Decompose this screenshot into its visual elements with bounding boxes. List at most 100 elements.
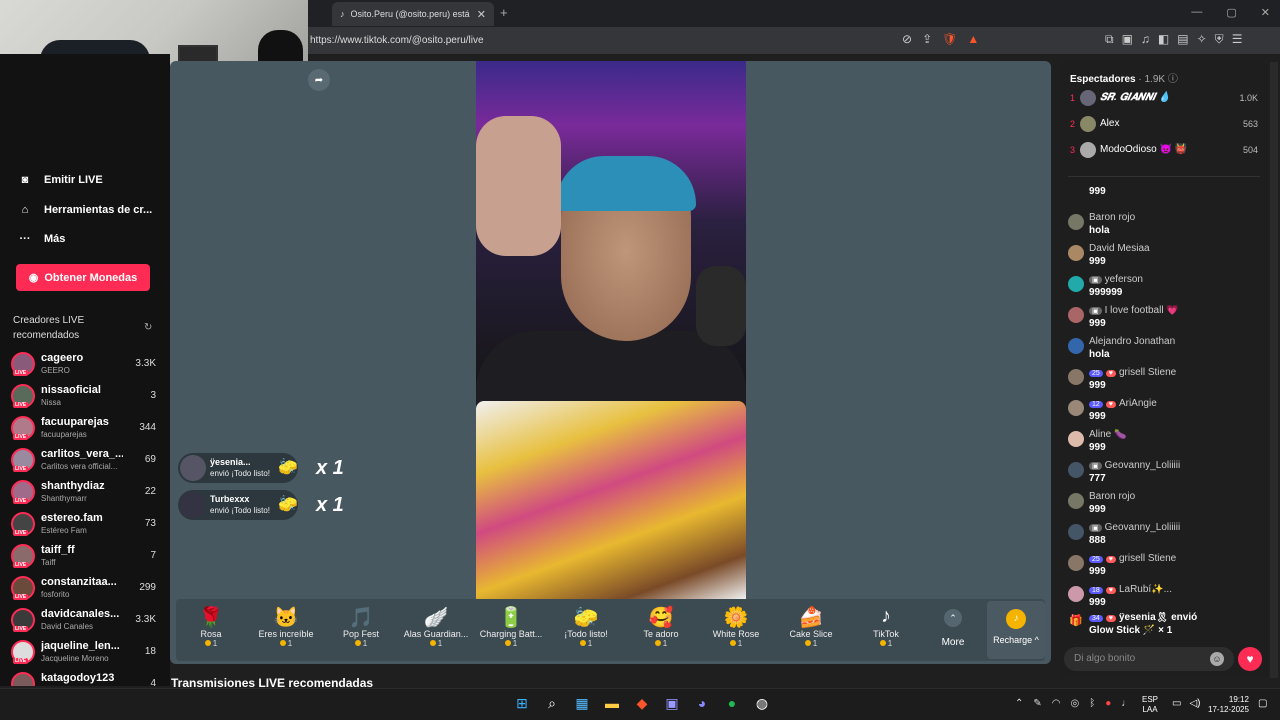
obs-icon[interactable]: ◍ <box>752 695 772 712</box>
like-heart-button[interactable]: ♥ <box>1238 647 1262 671</box>
reader-off-icon[interactable]: ⊘ <box>902 32 912 46</box>
brave-rewards-icon[interactable]: ▲ <box>967 32 979 46</box>
nav-go-live[interactable]: ◙ Emitir LIVE <box>18 174 103 186</box>
menu-icon[interactable]: ☰ <box>1232 32 1243 47</box>
premiere-icon[interactable]: ▣ <box>662 695 682 712</box>
gift-message: envió ¡Todo listo! <box>210 506 271 515</box>
emoji-icon[interactable]: ☺ <box>1210 652 1224 666</box>
more-icon: ··· <box>19 233 31 245</box>
gift-charging-battery[interactable]: 🔋 Charging Batt... 1 <box>476 605 546 648</box>
message-text: hola <box>1089 349 1110 360</box>
level-badge: 25 <box>1089 370 1103 377</box>
refresh-icon[interactable]: ↻ <box>144 322 152 333</box>
music-icon[interactable]: ♫ <box>1141 32 1150 47</box>
browser-tab[interactable]: ♪ Osito.Peru (@osito.peru) está ✕ <box>332 2 494 26</box>
clock[interactable]: 19:12 17-12-2025 <box>1208 695 1249 715</box>
share-page-icon[interactable]: ⇪ <box>922 32 932 46</box>
gift-tiktok[interactable]: ♪ TikTok 1 <box>851 605 921 648</box>
message-text: 999 <box>1089 186 1106 197</box>
record-icon[interactable]: ● <box>1105 698 1111 709</box>
get-coins-button[interactable]: ◉ Obtener Monedas <box>16 264 150 291</box>
file-explorer-icon[interactable]: ▬ <box>602 695 622 712</box>
coin-icon: ◉ <box>28 272 39 284</box>
gift-te-adoro[interactable]: 🥰 Te adoro 1 <box>626 605 696 648</box>
message-author: ▣ yeferson <box>1089 274 1259 285</box>
gift-price: 1 <box>326 639 396 648</box>
vpn-icon[interactable]: ⛨ <box>1215 32 1224 47</box>
live-video[interactable] <box>476 61 746 599</box>
viewer-score: 504 <box>1242 145 1258 155</box>
gift-alas-guardian[interactable]: 🪽 Alas Guardian... 1 <box>401 605 471 648</box>
message-text: 999999 <box>1089 287 1123 298</box>
gift-label: Alas Guardian... <box>403 629 469 639</box>
windows-start-icon[interactable]: ⊞ <box>512 695 532 712</box>
gift-cake-slice[interactable]: 🍰 Cake Slice 1 <box>776 605 846 648</box>
top-viewer[interactable]: 1 𝑺𝑹. 𝑮𝑰𝑨𝑵𝑵𝑰 💧 1.0K <box>1070 90 1262 110</box>
steam-icon[interactable]: ◎ <box>1071 698 1080 709</box>
creator-item[interactable]: LIVE shanthydiaz Shanthymarr 22 <box>11 480 156 508</box>
creator-subname: David Canales <box>41 622 94 631</box>
gift-rosa[interactable]: 🌹 Rosa 1 <box>176 605 246 648</box>
gift-white-rose[interactable]: 🌼 White Rose 1 <box>701 605 771 648</box>
top-viewer[interactable]: 2 Alex 563 <box>1070 116 1262 136</box>
creator-item[interactable]: LIVE davidcanales... David Canales 3.3K <box>11 608 156 636</box>
creator-item[interactable]: LIVE facuuparejas facuuparejas 344 <box>11 416 156 444</box>
creator-item[interactable]: LIVE jaqueline_len... Jacqueline Moreno … <box>11 640 156 668</box>
creator-item[interactable]: katagodoy123 4 <box>11 672 156 686</box>
wallet-icon[interactable]: ▤ <box>1177 32 1188 47</box>
pen-icon[interactable]: ✎ <box>1033 698 1041 709</box>
avatar <box>1068 338 1084 354</box>
chat-input[interactable]: Di algo bonito <box>1064 647 1234 671</box>
cat-icon: 🐱 <box>273 607 299 629</box>
microphone-icon[interactable]: ♩ <box>1121 698 1131 709</box>
viewers-header[interactable]: Espectadores · 1.9K ⓘ <box>1070 70 1178 85</box>
maximize-icon[interactable]: ▢ <box>1226 6 1236 19</box>
nav-more[interactable]: ··· Más <box>18 233 66 245</box>
url-field[interactable]: https://www.tiktok.com/@osito.peru/live <box>310 35 484 46</box>
cake-icon: 🍰 <box>798 607 824 629</box>
gift-pop-fest[interactable]: 🎵 Pop Fest 1 <box>326 605 396 648</box>
network-volume[interactable]: ▭ ◁) <box>1172 698 1200 709</box>
spotify-icon[interactable]: ● <box>722 695 742 712</box>
more-gifts-button[interactable]: ⌃ More <box>933 609 973 648</box>
message-text: 888 <box>1089 535 1106 546</box>
new-tab-icon[interactable]: + <box>500 5 508 20</box>
chevron-up-icon[interactable]: ⌃ <box>1015 698 1023 709</box>
scrollbar[interactable] <box>1270 62 1278 678</box>
nav-creator-tools[interactable]: ⌂ Herramientas de cr... <box>18 204 153 216</box>
creator-item[interactable]: LIVE taiff_ff Taiff 7 <box>11 544 156 572</box>
top-viewer[interactable]: 3 ModoOdioso 👿 👹 504 <box>1070 142 1262 162</box>
chat-message: David Mesiaa 999 <box>1068 243 1260 273</box>
search-icon[interactable]: ⌕ <box>542 695 562 712</box>
screenshot-icon[interactable]: ▣ <box>1122 32 1133 47</box>
photos-icon[interactable]: ▦ <box>572 695 592 712</box>
gift-eres-increible[interactable]: 🐱 Eres increíble 1 <box>251 605 321 648</box>
bluetooth-icon[interactable]: ᛒ <box>1089 698 1095 709</box>
notification-icon[interactable]: ▢ <box>1258 698 1267 709</box>
creator-item[interactable]: LIVE carlitos_vera_... Carlitos vera off… <box>11 448 156 476</box>
recharge-button[interactable]: ♪ Recharge ^ <box>987 601 1045 659</box>
gift-todo-listo[interactable]: 🧽 ¡Todo listo! 1 <box>551 605 621 648</box>
creator-item[interactable]: LIVE constanzitaa... fosforito 299 <box>11 576 156 604</box>
brave-shield-icon[interactable]: 🛡 <box>942 32 957 46</box>
creator-item[interactable]: LIVE estereo.fam Estéreo Fam 73 <box>11 512 156 540</box>
language-indicator[interactable]: ESP LAA <box>1142 695 1158 715</box>
minimize-icon[interactable]: — <box>1191 6 1202 19</box>
headset-icon[interactable]: ◠ <box>1052 698 1061 709</box>
info-icon[interactable]: ⓘ <box>1168 74 1178 85</box>
share-icon[interactable]: ➦ <box>308 69 330 91</box>
sponge-icon: 🧽 <box>278 459 298 476</box>
home-icon: ⌂ <box>21 204 29 216</box>
extensions-icon[interactable]: ⧉ <box>1105 32 1114 47</box>
close-tab-icon[interactable]: ✕ <box>477 8 486 21</box>
brave-browser-icon[interactable]: ◆ <box>632 695 652 712</box>
address-bar: https://www.tiktok.com/@osito.peru/live … <box>308 27 1280 54</box>
close-window-icon[interactable]: ✕ <box>1261 6 1270 19</box>
creator-subname: Taiff <box>41 558 56 567</box>
sidebar-toggle-icon[interactable]: ◧ <box>1158 32 1169 47</box>
discord-icon[interactable]: ◕ <box>692 695 712 712</box>
creator-item[interactable]: LIVE nissaoficial Nissa 3 <box>11 384 156 412</box>
creator-item[interactable]: LIVE cageero GEERO 3.3K <box>11 352 156 380</box>
leo-icon[interactable]: ✧ <box>1197 32 1207 47</box>
get-coins-label: Obtener Monedas <box>44 271 138 284</box>
